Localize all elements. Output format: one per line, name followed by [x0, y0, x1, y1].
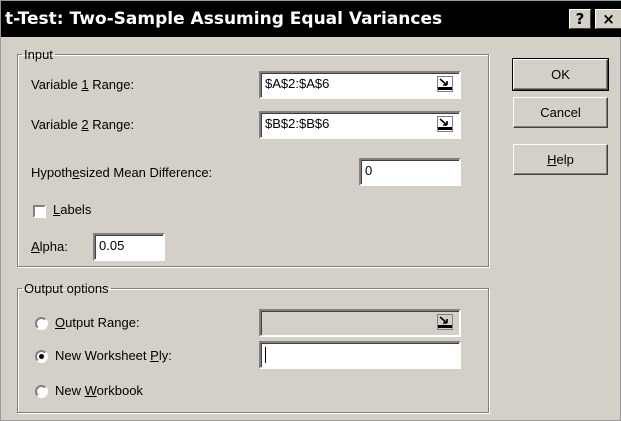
output-range-input[interactable] [259, 309, 461, 337]
help-question-icon[interactable]: ? [569, 9, 591, 29]
output-range-radio[interactable] [35, 317, 48, 330]
variable-2-range-value: $B$2:$B$6 [265, 116, 330, 131]
hypothesized-mean-difference-input[interactable]: 0 [359, 158, 461, 186]
collapse-dialog-icon[interactable] [437, 314, 453, 330]
close-icon[interactable]: × [595, 9, 621, 29]
help-button[interactable]: Help [513, 144, 608, 175]
alpha-input[interactable]: 0.05 [93, 233, 165, 261]
variable-1-range-label: Variable 1 Range: [31, 77, 135, 92]
new-workbook-radio[interactable] [35, 385, 48, 398]
new-worksheet-ply-label: New Worksheet Ply: [55, 348, 172, 363]
labels-label: Labels [53, 202, 92, 217]
variable-1-range-value: $A$2:$A$6 [265, 76, 330, 91]
variable-2-range-input[interactable]: $B$2:$B$6 [259, 111, 461, 139]
dialog-title: t-Test: Two-Sample Assuming Equal Varian… [5, 9, 443, 29]
cancel-button[interactable]: Cancel [513, 97, 608, 128]
new-worksheet-ply-radio[interactable] [35, 350, 48, 363]
text-cursor [265, 346, 266, 363]
ttest-dialog: t-Test: Two-Sample Assuming Equal Varian… [0, 0, 621, 421]
variable-1-range-input[interactable]: $A$2:$A$6 [259, 71, 461, 99]
new-workbook-label: New Workbook [55, 383, 143, 398]
collapse-dialog-icon[interactable] [437, 116, 453, 132]
new-worksheet-ply-input[interactable] [259, 341, 461, 369]
output-options-legend: Output options [24, 281, 109, 296]
hypothesized-mean-difference-label: Hypothesized Mean Difference: [31, 165, 213, 180]
title-bar: t-Test: Two-Sample Assuming Equal Varian… [1, 1, 621, 37]
alpha-label: Alpha: [31, 239, 68, 254]
variable-2-range-label: Variable 2 Range: [31, 117, 135, 132]
collapse-dialog-icon[interactable] [437, 76, 453, 92]
input-legend: Input [24, 47, 53, 62]
ok-button[interactable]: OK [512, 58, 609, 91]
labels-checkbox[interactable] [33, 205, 46, 218]
output-range-label: Output Range: [55, 315, 140, 330]
